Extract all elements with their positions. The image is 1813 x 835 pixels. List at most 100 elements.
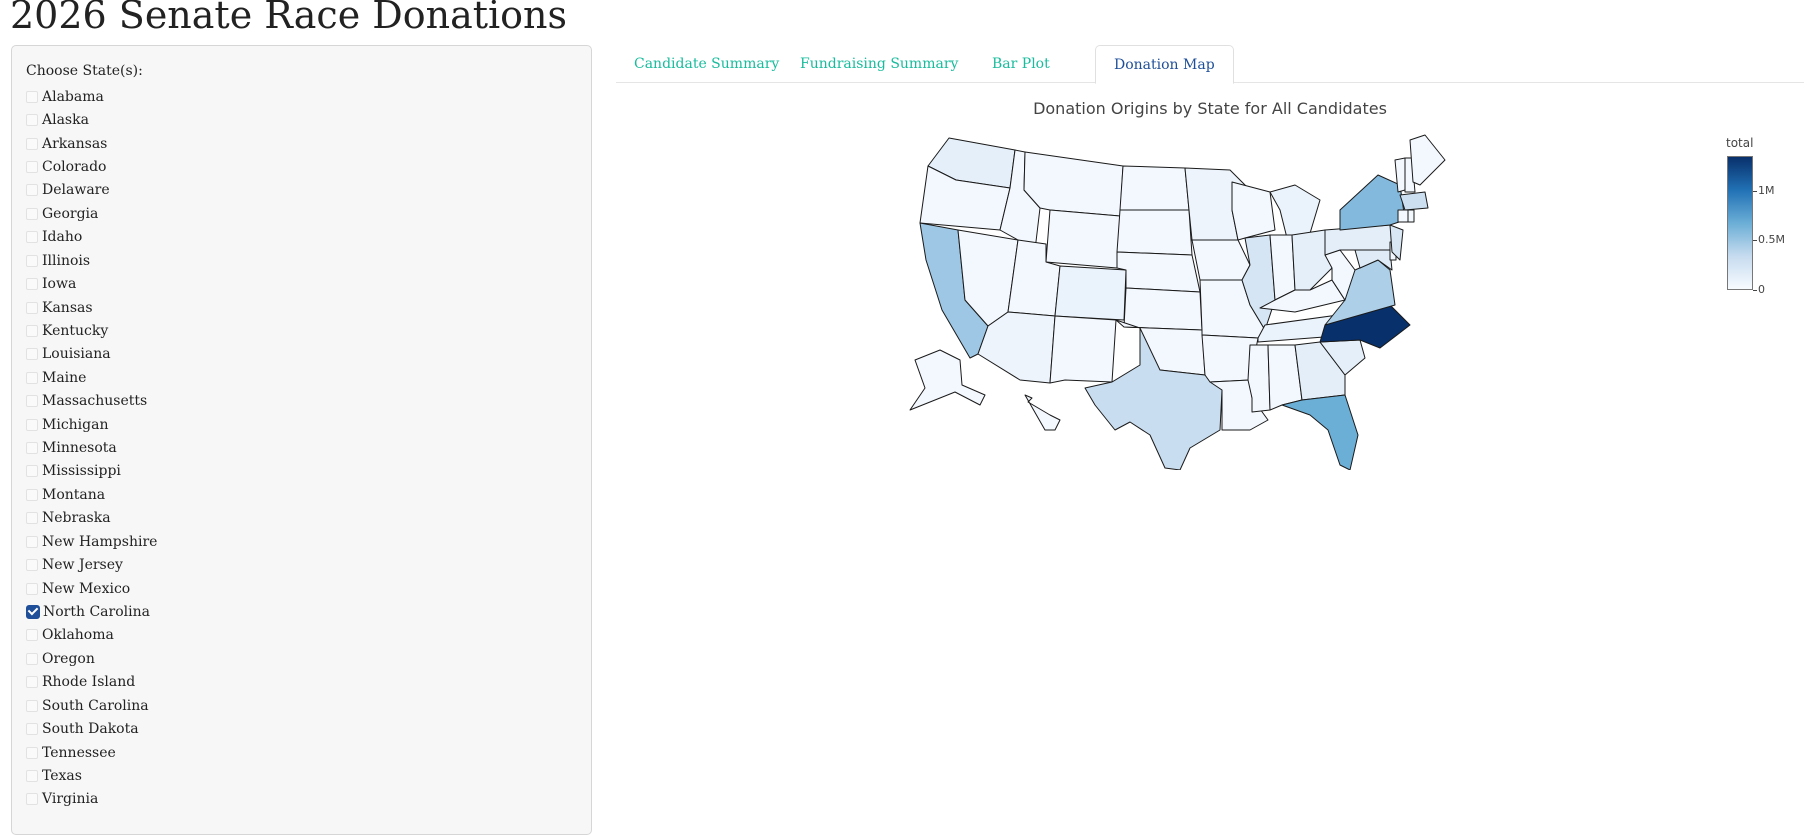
state-option[interactable]: Oregon [26,647,157,670]
checkbox[interactable] [26,465,38,478]
state-option[interactable]: Michigan [26,413,157,436]
state-option[interactable]: Kentucky [26,319,157,342]
state-option[interactable]: Maine [26,366,157,389]
checkbox[interactable] [26,746,38,759]
colorbar-tick-mark [1753,190,1757,192]
checkbox[interactable] [26,652,38,665]
state-option[interactable]: Colorado [26,155,157,178]
state-region[interactable] [1023,151,1124,217]
checkbox[interactable] [26,278,38,291]
tab-bar: Candidate Summary Fundraising Summary Bar … [616,45,1804,84]
state-option[interactable]: North Carolina [26,600,157,623]
state-option[interactable]: Massachusetts [26,389,157,412]
state-region[interactable] [1045,209,1121,269]
tab-fundraising-summary[interactable]: Fundraising Summary [782,45,976,83]
checkbox[interactable] [26,114,38,127]
checkbox[interactable] [26,769,38,782]
checkbox[interactable] [26,207,38,220]
tab-bar-plot[interactable]: Bar Plot [974,45,1068,83]
checkbox[interactable] [26,254,38,267]
checkbox[interactable] [26,90,38,103]
checkbox[interactable] [26,137,38,150]
checkbox-checked[interactable] [26,604,40,619]
state-option[interactable]: Alabama [26,85,157,108]
checkbox[interactable] [26,442,38,455]
state-option[interactable]: Tennessee [26,741,157,764]
state-option[interactable]: Virginia [26,788,157,811]
checkbox[interactable] [26,160,38,173]
state-option[interactable]: South Dakota [26,717,157,740]
checkbox[interactable] [26,699,38,712]
state-option[interactable]: Minnesota [26,436,157,459]
checkbox[interactable] [26,301,38,314]
checkbox[interactable] [26,559,38,572]
state-option[interactable]: Georgia [26,202,157,225]
checkbox[interactable] [26,371,38,384]
state-region[interactable] [1399,191,1429,211]
state-region[interactable] [1054,265,1127,321]
state-region[interactable] [1397,209,1409,223]
checkbox[interactable] [26,348,38,361]
state-option[interactable]: Illinois [26,249,157,272]
colorbar-tick-label: 1M [1758,183,1775,197]
state-option-label: Georgia [42,205,99,222]
state-option[interactable]: New Mexico [26,577,157,600]
state-region[interactable] [1116,209,1193,256]
checkbox[interactable] [26,793,38,806]
state-option-label: Tennessee [42,744,116,761]
state-region[interactable] [1409,134,1446,186]
state-option[interactable]: Delaware [26,179,157,202]
state-option-label: Oregon [42,650,95,667]
checkbox[interactable] [26,723,38,736]
state-option[interactable]: Kansas [26,296,157,319]
state-region[interactable] [1339,174,1406,231]
state-option[interactable]: Louisiana [26,343,157,366]
colorbar-tick-mark [1753,290,1757,291]
checkbox[interactable] [26,582,38,595]
state-region[interactable] [1024,394,1061,431]
state-option[interactable]: Texas [26,764,157,787]
choose-states-label: Choose State(s): [26,63,143,79]
state-option[interactable]: New Jersey [26,553,157,576]
state-option-label: Nebraska [42,510,111,527]
state-region[interactable] [1123,287,1203,331]
state-option[interactable]: Montana [26,483,157,506]
checkbox[interactable] [26,488,38,501]
checkbox[interactable] [26,231,38,244]
state-region[interactable] [1191,239,1251,281]
state-option[interactable]: Iowa [26,272,157,295]
state-option[interactable]: Idaho [26,226,157,249]
state-option-label: Maine [42,369,87,386]
state-checkbox-list: Alabama Alaska Arkansas Colorado Delaware Geo… [26,85,157,811]
state-option[interactable]: New Hampshire [26,530,157,553]
tab-candidate-summary[interactable]: Candidate Summary [616,45,797,83]
checkbox[interactable] [26,418,38,431]
state-option[interactable]: Alaska [26,108,157,131]
state-region[interactable] [1049,315,1117,384]
state-option[interactable]: Nebraska [26,507,157,530]
checkbox[interactable] [26,395,38,408]
state-region[interactable] [1231,181,1276,241]
state-option[interactable]: Rhode Island [26,671,157,694]
state-option-label: Rhode Island [42,674,136,691]
state-option[interactable]: Arkansas [26,132,157,155]
checkbox[interactable] [26,629,38,642]
tab-donation-map[interactable]: Donation Map [1095,45,1234,84]
checkbox[interactable] [26,512,38,525]
state-option[interactable]: Mississippi [26,460,157,483]
checkbox[interactable] [26,324,38,337]
state-region[interactable] [1119,165,1190,211]
state-region[interactable] [1407,209,1415,223]
state-region[interactable] [1116,251,1201,293]
state-option[interactable]: South Carolina [26,694,157,717]
checkbox[interactable] [26,184,38,197]
checkbox[interactable] [26,535,38,548]
state-option[interactable]: Oklahoma [26,624,157,647]
state-region[interactable] [1281,394,1359,470]
state-option-label: South Dakota [42,721,139,738]
state-region[interactable] [1269,234,1296,301]
checkbox[interactable] [26,676,38,689]
state-option-label: New Hampshire [42,533,158,550]
state-option-label: Alaska [42,112,89,129]
state-region[interactable] [909,349,986,411]
